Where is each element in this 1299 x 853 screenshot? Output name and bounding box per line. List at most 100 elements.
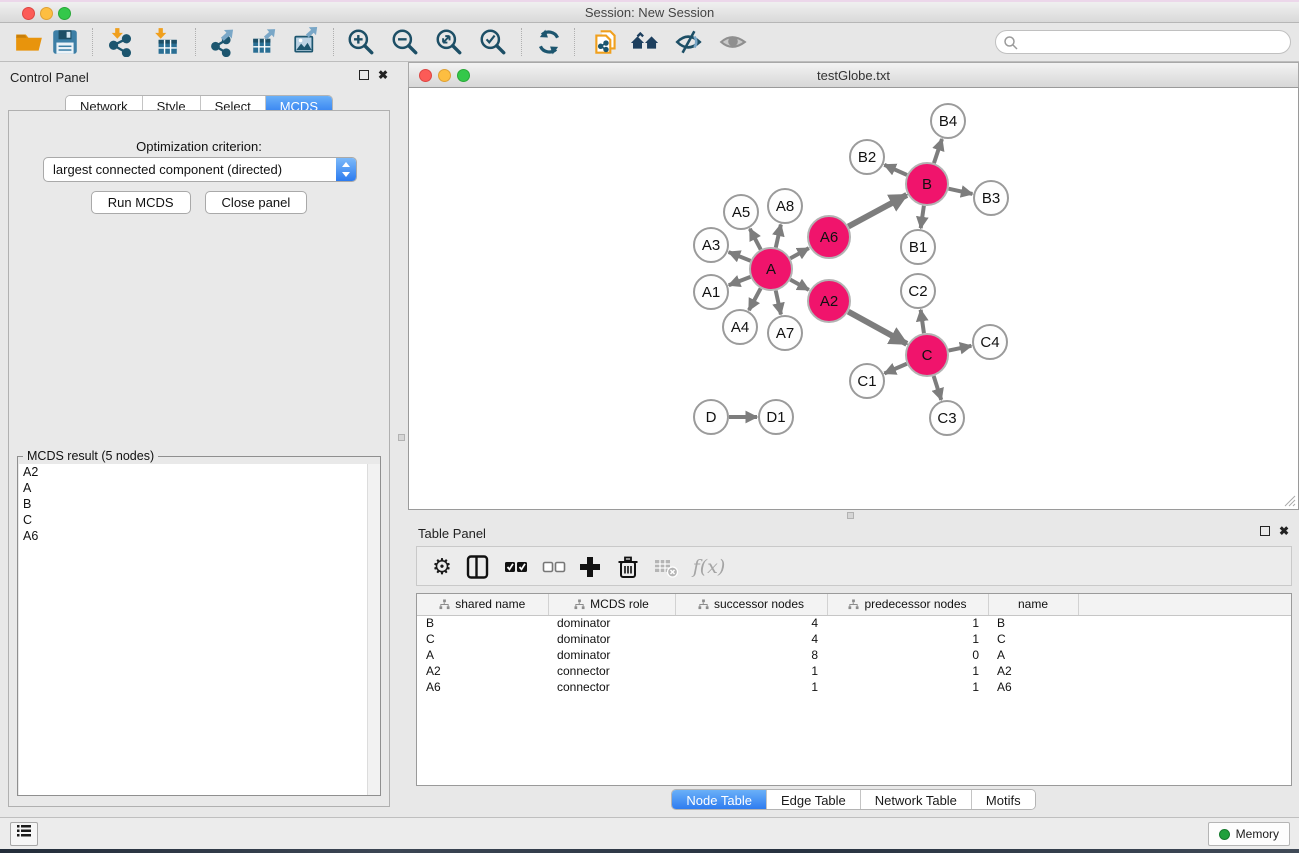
table-close-panel-icon[interactable]: ✖	[1279, 526, 1289, 536]
mcds-result-list[interactable]: A2ABCA6	[19, 464, 380, 795]
graph-node-C3[interactable]: C3	[930, 401, 964, 435]
select-all-checkboxes-icon[interactable]	[503, 554, 529, 580]
zoom-out-icon[interactable]	[390, 27, 420, 57]
graph-node-D[interactable]: D	[694, 400, 728, 434]
graph-edge-A-A5[interactable]	[750, 229, 761, 250]
memory-button[interactable]: Memory	[1208, 822, 1290, 846]
mcds-result-item[interactable]: A2	[19, 464, 380, 480]
table-row[interactable]: Adominator80A	[417, 647, 1291, 663]
window-resize-grip[interactable]	[1283, 494, 1296, 507]
table-row[interactable]: Cdominator41C	[417, 631, 1291, 647]
graph-node-C1[interactable]: C1	[850, 364, 884, 398]
graph-node-B2[interactable]: B2	[850, 140, 884, 174]
graph-edge-C-C3[interactable]	[934, 376, 942, 400]
clone-network-icon[interactable]	[591, 27, 621, 57]
graph-node-C2[interactable]: C2	[901, 274, 935, 308]
float-panel-icon[interactable]	[359, 70, 369, 80]
column-header-name[interactable]: name	[988, 594, 1078, 615]
import-network-icon[interactable]	[105, 27, 135, 57]
mcds-list-scrollbar[interactable]	[367, 464, 380, 795]
table-settings-icon[interactable]: ⚙	[429, 554, 455, 580]
tab-edge-table[interactable]: Edge Table	[767, 790, 861, 809]
hide-graphics-details-icon[interactable]	[674, 27, 704, 57]
graph-edge-C-C4[interactable]	[949, 346, 972, 351]
network-canvas[interactable]: B4 B2 B B3 A5 A8A6 B1 A3 A C2 A1 A2 A4 A7 C4 C C1 C3 D D1	[408, 88, 1299, 510]
graph-node-A6[interactable]: A6	[808, 216, 850, 258]
vertical-splitter-handle[interactable]	[398, 434, 405, 441]
graph-edge-A-A8[interactable]	[776, 225, 781, 248]
graph-edge-A-A3[interactable]	[729, 252, 751, 261]
graph-edge-A-A6[interactable]	[790, 248, 809, 258]
tab-node-table[interactable]: Node Table	[672, 790, 767, 809]
search-field[interactable]	[995, 30, 1291, 54]
zoom-selected-icon[interactable]	[478, 27, 508, 57]
close-panel-icon[interactable]: ✖	[378, 70, 388, 80]
network-graph[interactable]: B4 B2 B B3 A5 A8A6 B1 A3 A C2 A1 A2 A4 A7 C4 C C1 C3 D D1	[409, 88, 1298, 508]
graph-edge-B-B2[interactable]	[884, 165, 907, 175]
graph-edge-A-A2[interactable]	[790, 280, 809, 290]
graph-node-A8[interactable]: A8	[768, 189, 802, 223]
horizontal-splitter-handle[interactable]	[847, 512, 854, 519]
graph-node-B4[interactable]: B4	[931, 104, 965, 138]
save-session-icon[interactable]	[50, 27, 80, 57]
graph-node-B[interactable]: B	[906, 163, 948, 205]
graph-edge-A2-C[interactable]	[848, 312, 907, 344]
graph-edge-C-C2[interactable]	[921, 310, 924, 333]
export-table-icon[interactable]	[250, 27, 280, 57]
show-all-networks-icon[interactable]	[630, 27, 660, 57]
open-session-icon[interactable]	[14, 27, 44, 57]
column-header-predecessor-nodes[interactable]: predecessor nodes	[827, 594, 988, 615]
graph-node-C4[interactable]: C4	[973, 325, 1007, 359]
zoom-in-icon[interactable]	[346, 27, 376, 57]
graph-edge-B-B3[interactable]	[948, 189, 972, 194]
delete-column-icon[interactable]	[615, 554, 641, 580]
column-header-successor-nodes[interactable]: successor nodes	[675, 594, 827, 615]
optimization-criterion-dropdown[interactable]: largest connected component (directed)	[43, 157, 357, 182]
mcds-result-item[interactable]: B	[19, 496, 380, 512]
search-input[interactable]	[1022, 32, 1282, 52]
table-row[interactable]: A2connector11A2	[417, 663, 1291, 679]
graph-edge-B-B1[interactable]	[921, 206, 924, 228]
export-network-icon[interactable]	[208, 27, 238, 57]
tab-motifs[interactable]: Motifs	[972, 790, 1035, 809]
graph-node-A5[interactable]: A5	[724, 195, 758, 229]
export-image-icon[interactable]	[292, 27, 322, 57]
mcds-result-item[interactable]: A	[19, 480, 380, 496]
graph-edge-B-B4[interactable]	[934, 139, 942, 163]
add-column-icon[interactable]	[577, 554, 603, 580]
close-panel-button[interactable]: Close panel	[205, 191, 308, 214]
table-header-row[interactable]: shared name MCDS role successor nodes pr…	[417, 594, 1291, 615]
column-header-mcds-role[interactable]: MCDS role	[548, 594, 675, 615]
graph-node-A1[interactable]: A1	[694, 275, 728, 309]
show-graphics-details-icon[interactable]	[718, 27, 748, 57]
tab-network-table[interactable]: Network Table	[861, 790, 972, 809]
import-table-icon[interactable]	[150, 27, 180, 57]
graph-node-A3[interactable]: A3	[694, 228, 728, 262]
graph-edge-A-A7[interactable]	[776, 290, 781, 314]
graph-node-A2[interactable]: A2	[808, 280, 850, 322]
graph-node-A[interactable]: A	[750, 248, 792, 290]
graph-edge-A-A1[interactable]	[729, 277, 751, 285]
graph-node-A7[interactable]: A7	[768, 316, 802, 350]
task-history-button[interactable]	[10, 822, 38, 846]
refresh-icon[interactable]	[534, 27, 564, 57]
deselect-all-checkboxes-icon[interactable]	[541, 554, 567, 580]
table-row[interactable]: A6connector11A6	[417, 679, 1291, 695]
column-header-shared-name[interactable]: shared name	[417, 594, 548, 615]
table-float-panel-icon[interactable]	[1260, 526, 1270, 536]
graph-edge-C-C1[interactable]	[884, 364, 906, 374]
graph-node-B1[interactable]: B1	[901, 230, 935, 264]
graph-node-B3[interactable]: B3	[974, 181, 1008, 215]
zoom-fit-icon[interactable]	[434, 27, 464, 57]
graph-nodes[interactable]: B4 B2 B B3 A5 A8A6 B1 A3 A C2 A1 A2 A4 A7 C4 C C1 C3 D D1	[694, 104, 1008, 435]
graph-node-D1[interactable]: D1	[759, 400, 793, 434]
graph-node-A4[interactable]: A4	[723, 310, 757, 344]
graph-edge-A-A4[interactable]	[749, 288, 761, 310]
graph-edge-A6-B[interactable]	[848, 195, 906, 227]
run-mcds-button[interactable]: Run MCDS	[91, 191, 191, 214]
table-row[interactable]: Bdominator41B	[417, 615, 1291, 631]
graph-node-C[interactable]: C	[906, 334, 948, 376]
node-table[interactable]: shared name MCDS role successor nodes pr…	[416, 593, 1292, 786]
mcds-result-item[interactable]: A6	[19, 528, 380, 544]
mcds-result-item[interactable]: C	[19, 512, 380, 528]
